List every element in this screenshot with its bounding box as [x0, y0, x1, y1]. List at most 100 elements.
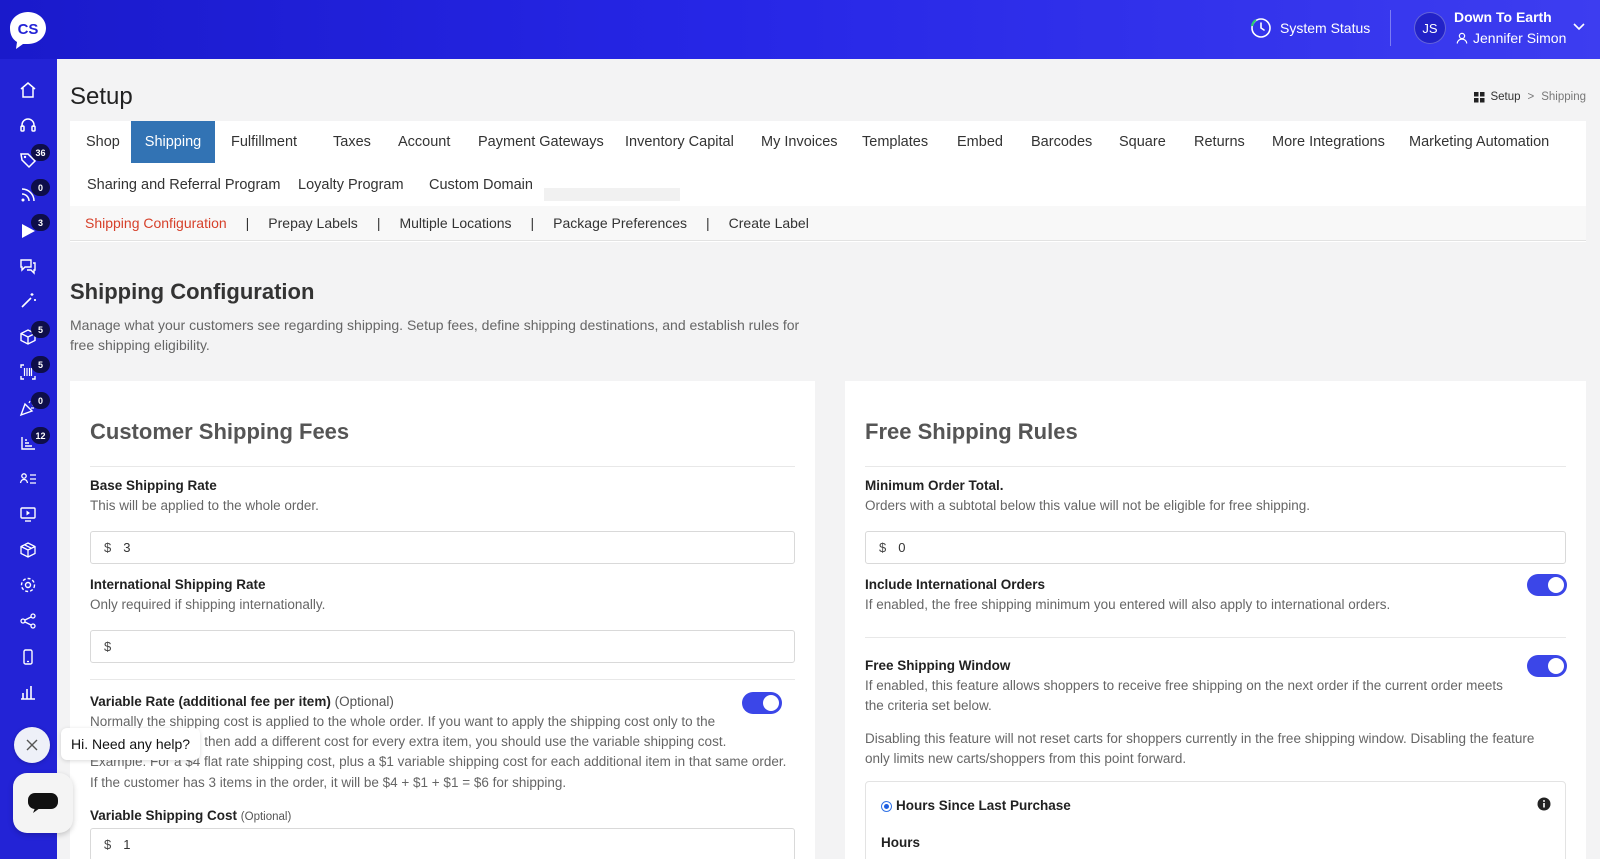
hours-option-box: Hours Since Last Purchase Hours: [865, 781, 1566, 859]
intl-rate-input[interactable]: $: [90, 630, 795, 663]
chat-icon[interactable]: [18, 256, 38, 276]
settings-icon[interactable]: [18, 575, 38, 595]
breadcrumb-separator: >: [1527, 91, 1535, 103]
base-rate-label: Base Shipping Rate: [90, 478, 217, 493]
min-total-value: 0: [898, 540, 906, 555]
hours-since-purchase-radio[interactable]: [881, 801, 892, 812]
divider: [90, 679, 795, 680]
subnav-create-label[interactable]: Create Label: [729, 215, 809, 231]
top-bar: CS System Status JS Down To Earth Jennif…: [0, 0, 1600, 59]
tab-account[interactable]: Account: [383, 121, 465, 163]
video-icon[interactable]: [18, 504, 38, 524]
tab-more-integrations[interactable]: More Integrations: [1257, 121, 1400, 163]
tab-shipping[interactable]: Shipping: [131, 121, 215, 163]
logo-icon[interactable]: CS: [7, 9, 49, 51]
headset-icon[interactable]: [18, 115, 38, 135]
close-icon: [26, 739, 38, 751]
play-badge: 3: [31, 214, 50, 231]
section-title: Shipping Configuration: [70, 279, 315, 304]
tab-my-invoices[interactable]: My Invoices: [746, 121, 853, 163]
bar-chart-icon[interactable]: [18, 682, 38, 702]
variable-rate-label-text: Variable Rate (additional fee per item): [90, 694, 331, 709]
svg-text:CS: CS: [18, 21, 39, 38]
rss-badge: 0: [31, 179, 50, 196]
tab-returns[interactable]: Returns: [1179, 121, 1260, 163]
base-rate-help: This will be applied to the whole order.: [90, 498, 319, 513]
chat-close-button[interactable]: [14, 727, 50, 763]
base-rate-input[interactable]: $ 3: [90, 531, 795, 564]
mobile-icon[interactable]: [18, 647, 38, 667]
window-help-2: the criteria set below.: [865, 698, 992, 713]
optional-tag: (Optional): [240, 811, 292, 823]
variable-rate-help-2: der, then add a different cost for every…: [178, 734, 727, 749]
variable-cost-label: Variable Shipping Cost (Optional): [90, 808, 291, 823]
avatar[interactable]: JS: [1414, 12, 1446, 44]
subnav-shipping-configuration[interactable]: Shipping Configuration: [85, 215, 227, 231]
info-icon[interactable]: [1537, 797, 1551, 811]
optional-tag: (Optional): [334, 694, 394, 709]
tab-fulfillment[interactable]: Fulfillment: [216, 121, 312, 163]
tab-sharing-referral[interactable]: Sharing and Referral Program: [72, 164, 295, 206]
page-title: Setup: [70, 83, 133, 110]
tab-taxes[interactable]: Taxes: [318, 121, 386, 163]
tab-embed[interactable]: Embed: [942, 121, 1018, 163]
tab-shop[interactable]: Shop: [71, 121, 135, 163]
variable-rate-label: Variable Rate (additional fee per item) …: [90, 694, 394, 709]
system-status-label: System Status: [1280, 20, 1371, 36]
currency-symbol: $: [104, 540, 112, 555]
window-note-2: only limits new carts/shoppers from this…: [865, 751, 1187, 766]
user-name-label: Jennifer Simon: [1473, 30, 1567, 46]
variable-rate-toggle[interactable]: [742, 692, 782, 714]
tab-barcodes[interactable]: Barcodes: [1016, 121, 1107, 163]
subnav-multiple-locations[interactable]: Multiple Locations: [399, 215, 511, 231]
system-status-link[interactable]: System Status: [1250, 17, 1370, 39]
package-icon[interactable]: [18, 540, 38, 560]
tab-inventory-capital[interactable]: Inventory Capital: [610, 121, 749, 163]
card-title: Free Shipping Rules: [865, 419, 1078, 444]
subnav-package-preferences[interactable]: Package Preferences: [553, 215, 687, 231]
variable-cost-input[interactable]: $ 1: [90, 828, 795, 859]
currency-symbol: $: [879, 540, 887, 555]
tab-loyalty-program[interactable]: Loyalty Program: [283, 164, 419, 206]
store-name[interactable]: Down To Earth: [1454, 9, 1552, 25]
divider: [865, 637, 1566, 638]
breadcrumb-root[interactable]: Setup: [1490, 91, 1520, 103]
tab-placeholder: [544, 188, 680, 201]
include-intl-toggle[interactable]: [1527, 574, 1567, 596]
window-help-1: If enabled, this feature allows shoppers…: [865, 678, 1503, 693]
home-icon[interactable]: [18, 80, 38, 100]
subnav-separator: |: [706, 215, 710, 231]
window-label: Free Shipping Window: [865, 658, 1011, 673]
tab-square[interactable]: Square: [1104, 121, 1181, 163]
subnav-separator: |: [530, 215, 535, 231]
tag-badge: 36: [31, 144, 50, 161]
chat-bubble-icon: [28, 793, 58, 813]
user-name-row[interactable]: Jennifer Simon: [1456, 30, 1566, 46]
include-intl-help: If enabled, the free shipping minimum yo…: [865, 597, 1391, 612]
min-total-input[interactable]: $ 0: [865, 531, 1566, 564]
tab-marketing-automation[interactable]: Marketing Automation: [1394, 121, 1564, 163]
list-number-badge: 12: [31, 427, 50, 444]
currency-symbol: $: [104, 837, 112, 852]
free-shipping-rules-card: Free Shipping Rules Minimum Order Total.…: [845, 381, 1586, 859]
base-rate-value: 3: [123, 540, 131, 555]
party-badge: 0: [31, 392, 50, 409]
tab-payment-gateways[interactable]: Payment Gateways: [463, 121, 619, 163]
hours-since-purchase-label[interactable]: Hours Since Last Purchase: [896, 798, 1071, 813]
divider: [865, 466, 1566, 467]
users-list-icon[interactable]: [18, 469, 38, 489]
magic-wand-icon[interactable]: [18, 291, 38, 311]
chat-launcher-button[interactable]: [13, 773, 73, 833]
currency-symbol: $: [104, 639, 112, 654]
user-icon: [1456, 32, 1468, 44]
subnav-prepay-labels[interactable]: Prepay Labels: [268, 215, 358, 231]
share-icon[interactable]: [18, 611, 38, 631]
chat-prompt[interactable]: Hi. Need any help?: [61, 728, 201, 760]
tab-templates[interactable]: Templates: [847, 121, 943, 163]
window-toggle[interactable]: [1527, 655, 1567, 677]
card-title: Customer Shipping Fees: [90, 419, 350, 444]
breadcrumb: Setup > Shipping: [1474, 91, 1586, 103]
chevron-down-icon[interactable]: [1572, 22, 1586, 32]
variable-cost-value: 1: [123, 837, 131, 852]
tab-custom-domain[interactable]: Custom Domain: [414, 164, 548, 206]
